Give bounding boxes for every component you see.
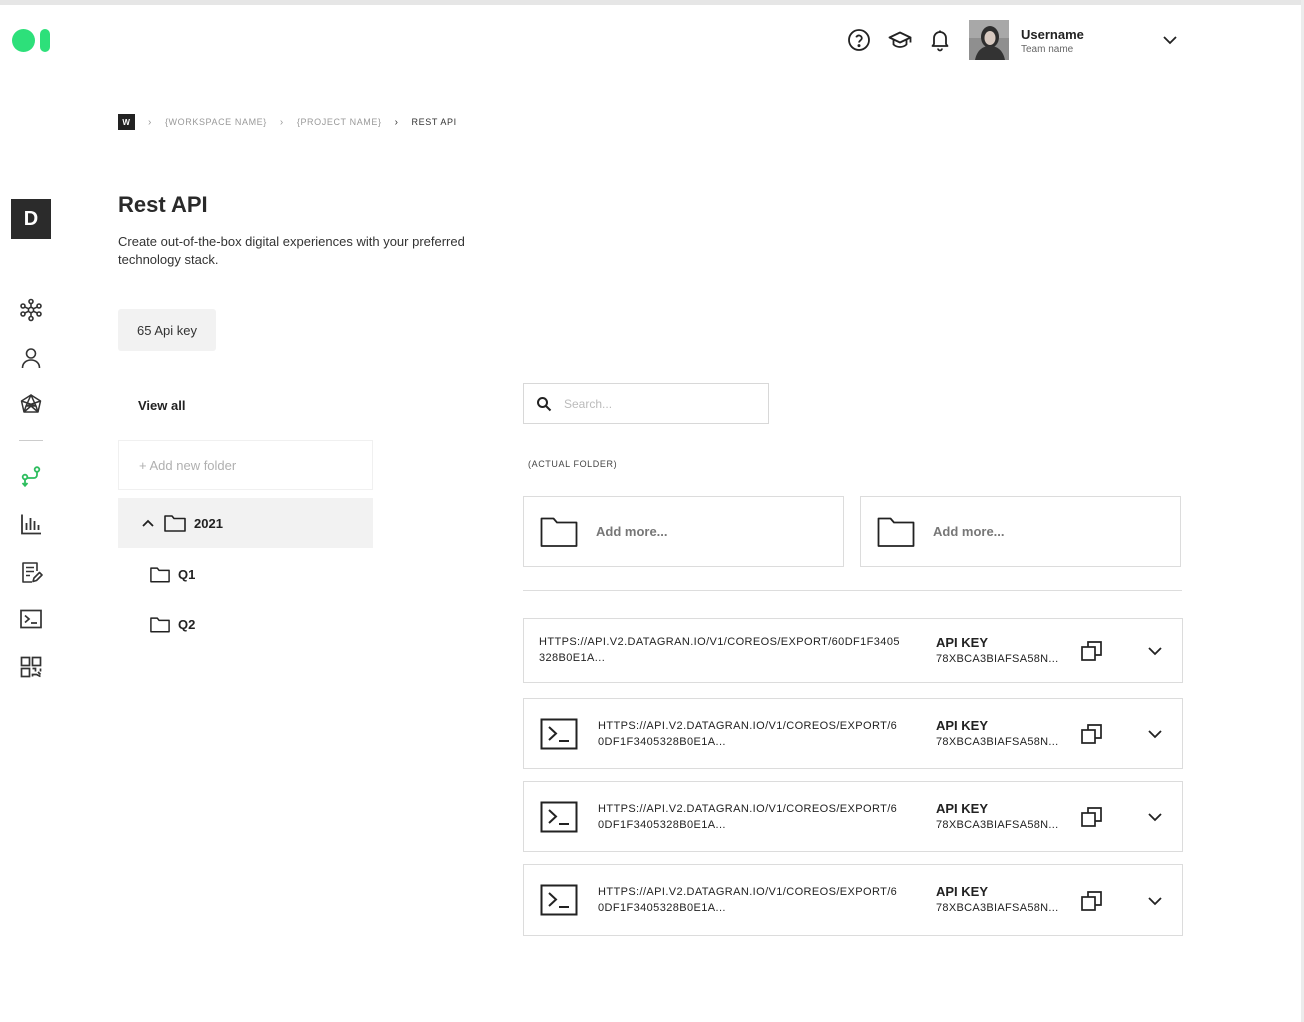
document-edit-icon[interactable] bbox=[19, 560, 43, 584]
add-more-label: Add more... bbox=[596, 524, 668, 539]
search-icon bbox=[537, 396, 552, 411]
api-key-value: 78XBCA3BIAFSA58N... bbox=[936, 653, 1059, 665]
api-key-value: 78XBCA3BIAFSA58N... bbox=[936, 819, 1059, 831]
chevron-down-icon[interactable] bbox=[1144, 723, 1166, 745]
workspace-avatar[interactable]: D bbox=[11, 199, 51, 239]
page-description: Create out-of-the-box digital experience… bbox=[118, 234, 465, 267]
folder-icon bbox=[150, 617, 170, 633]
page-title: Rest API bbox=[118, 192, 208, 217]
endpoint-url-line: HTTPS://API.V2.DATAGRAN.IO/V1/COREOS/EXP… bbox=[598, 720, 898, 732]
copy-icon[interactable] bbox=[1080, 889, 1104, 913]
endpoint-url[interactable]: HTTPS://API.V2.DATAGRAN.IO/V1/COREOS/EXP… bbox=[598, 884, 897, 916]
actual-folder-heading: (ACTUAL FOLDER) bbox=[528, 459, 618, 469]
branch-icon[interactable] bbox=[19, 465, 43, 489]
graduation-cap-icon[interactable] bbox=[888, 28, 912, 52]
breadcrumb-separator: › bbox=[279, 116, 284, 128]
breadcrumb-separator: › bbox=[148, 116, 152, 128]
terminal-icon bbox=[540, 718, 578, 750]
logo-bar bbox=[40, 29, 50, 52]
search-box[interactable] bbox=[523, 383, 769, 424]
folder-label: Q1 bbox=[178, 567, 196, 582]
workspace-badge[interactable]: W bbox=[118, 114, 135, 130]
endpoint-url-line: HTTPS://API.V2.DATAGRAN.IO/V1/COREOS/EXP… bbox=[598, 803, 898, 815]
folder-tree-item-q1[interactable]: Q1 bbox=[150, 566, 195, 583]
folder-label: 2021 bbox=[194, 515, 223, 531]
breadcrumb: W › {WORKSPACE NAME} › {PROJECT NAME} › … bbox=[118, 114, 457, 130]
terminal-icon bbox=[540, 884, 578, 916]
user-icon[interactable] bbox=[19, 346, 43, 370]
endpoint-url-line: 0DF1F3405328B0E1A... bbox=[598, 819, 726, 831]
api-endpoint-row[interactable]: HTTPS://API.V2.DATAGRAN.IO/V1/COREOS/EXP… bbox=[523, 781, 1183, 852]
chevron-down-icon[interactable] bbox=[1144, 806, 1166, 828]
api-key-label: API KEY bbox=[936, 718, 989, 733]
terminal-icon bbox=[540, 801, 578, 833]
chevron-up-icon[interactable] bbox=[140, 515, 156, 531]
breadcrumb-current: REST API bbox=[411, 117, 457, 127]
section-divider bbox=[523, 590, 1182, 591]
team-name: Team name bbox=[1021, 44, 1074, 55]
chevron-down-icon[interactable] bbox=[1160, 30, 1180, 50]
logo-dot bbox=[12, 29, 35, 52]
folder-tree-item-q2[interactable]: Q2 bbox=[150, 616, 195, 633]
breadcrumb-workspace[interactable]: {WORKSPACE NAME} bbox=[165, 117, 267, 127]
api-endpoint-row[interactable]: HTTPS://API.V2.DATAGRAN.IO/V1/COREOS/EXP… bbox=[523, 864, 1183, 936]
api-key-value: 78XBCA3BIAFSA58N... bbox=[936, 902, 1059, 914]
endpoint-url-line: 0DF1F3405328B0E1A... bbox=[598, 736, 726, 748]
add-more-folder-card[interactable]: Add more... bbox=[523, 496, 844, 567]
endpoint-url-line: 328B0E1A... bbox=[539, 652, 606, 664]
avatar[interactable] bbox=[969, 20, 1009, 60]
copy-icon[interactable] bbox=[1080, 722, 1104, 746]
rail-divider bbox=[19, 440, 43, 441]
api-endpoint-row[interactable]: HTTPS://API.V2.DATAGRAN.IO/V1/COREOS/EXP… bbox=[523, 618, 1183, 683]
polyhedron-icon[interactable] bbox=[19, 393, 43, 417]
chevron-down-icon[interactable] bbox=[1144, 640, 1166, 662]
add-more-label: Add more... bbox=[933, 524, 1005, 539]
endpoint-url[interactable]: HTTPS://API.V2.DATAGRAN.IO/V1/COREOS/EXP… bbox=[539, 634, 900, 666]
terminal-icon[interactable] bbox=[19, 607, 43, 631]
endpoint-url[interactable]: HTTPS://API.V2.DATAGRAN.IO/V1/COREOS/EXP… bbox=[598, 801, 897, 833]
add-more-folder-card[interactable]: Add more... bbox=[860, 496, 1181, 567]
api-key-label: API KEY bbox=[936, 884, 989, 899]
endpoint-url-line: HTTPS://API.V2.DATAGRAN.IO/V1/COREOS/EXP… bbox=[598, 886, 898, 898]
brand-logo[interactable] bbox=[12, 29, 50, 52]
folder-icon bbox=[164, 515, 186, 532]
breadcrumb-separator: › bbox=[394, 116, 399, 128]
network-icon[interactable] bbox=[19, 298, 43, 322]
endpoint-url-line: HTTPS://API.V2.DATAGRAN.IO/V1/COREOS/EXP… bbox=[539, 636, 900, 648]
breadcrumb-project[interactable]: {PROJECT NAME} bbox=[297, 117, 382, 127]
bar-chart-icon[interactable] bbox=[19, 512, 43, 536]
user-name[interactable]: Username bbox=[1021, 27, 1084, 42]
api-key-count-badge[interactable]: 65 Api key bbox=[118, 309, 216, 351]
endpoint-url[interactable]: HTTPS://API.V2.DATAGRAN.IO/V1/COREOS/EXP… bbox=[598, 718, 897, 750]
copy-icon[interactable] bbox=[1080, 805, 1104, 829]
view-all-link[interactable]: View all bbox=[138, 398, 185, 413]
api-key-value: 78XBCA3BIAFSA58N... bbox=[936, 736, 1059, 748]
folder-icon bbox=[540, 517, 578, 547]
folder-icon bbox=[150, 567, 170, 583]
add-new-folder-button[interactable]: + Add new folder bbox=[118, 440, 373, 490]
search-input[interactable] bbox=[564, 396, 744, 411]
api-key-label: API KEY bbox=[936, 801, 989, 816]
folder-tree-item-2021[interactable]: 2021 bbox=[118, 498, 373, 548]
bell-icon[interactable] bbox=[928, 28, 952, 52]
copy-icon[interactable] bbox=[1080, 639, 1104, 663]
help-circle-icon[interactable] bbox=[847, 28, 871, 52]
endpoint-url-line: 0DF1F3405328B0E1A... bbox=[598, 902, 726, 914]
folder-icon bbox=[877, 517, 915, 547]
chevron-down-icon[interactable] bbox=[1144, 890, 1166, 912]
api-key-label: API KEY bbox=[936, 635, 989, 650]
top-rule bbox=[0, 0, 1304, 5]
folder-label: Q2 bbox=[178, 617, 196, 632]
api-endpoint-row[interactable]: HTTPS://API.V2.DATAGRAN.IO/V1/COREOS/EXP… bbox=[523, 698, 1183, 769]
qr-code-icon[interactable] bbox=[19, 655, 43, 679]
